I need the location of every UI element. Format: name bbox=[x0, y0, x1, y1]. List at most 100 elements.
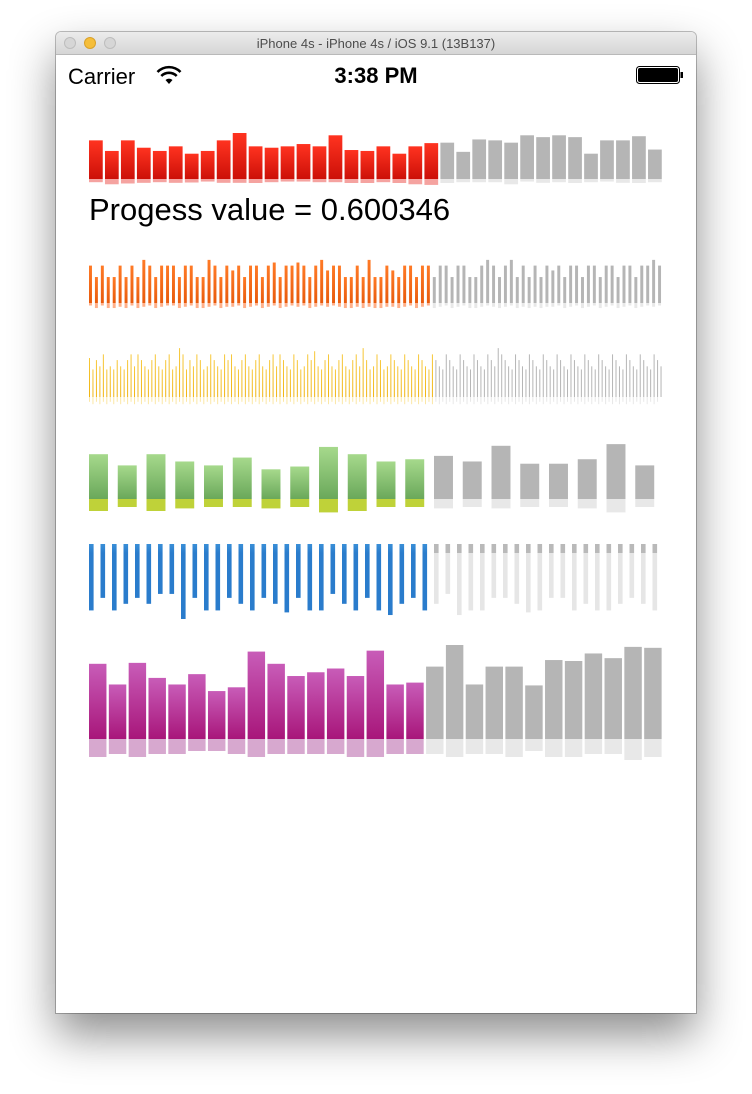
window-titlebar: iPhone 4s - iPhone 4s / iOS 9.1 (13B137) bbox=[56, 32, 696, 55]
waveform-yellow-bar-top bbox=[466, 366, 468, 397]
waveform-yellow-bar-bottom bbox=[137, 397, 139, 402]
waveform-blue-bar-top bbox=[238, 544, 244, 553]
waveform-yellow-bar-top bbox=[328, 354, 330, 397]
waveform-orange-bar-top bbox=[385, 265, 389, 303]
waveform-orange-bar-top bbox=[349, 277, 353, 303]
waveform-magenta-bar-top bbox=[307, 672, 325, 739]
waveform-yellow-bar-top bbox=[397, 366, 399, 397]
waveform-yellow-bar-bottom bbox=[473, 397, 475, 405]
waveform-yellow-bar-bottom bbox=[140, 397, 142, 405]
waveform-red-bar-top bbox=[424, 143, 439, 179]
waveform-green-bar-top bbox=[405, 459, 425, 499]
waveform-yellow-bar-top bbox=[137, 354, 139, 397]
waveform-yellow-bar-top bbox=[338, 360, 340, 397]
waveform-orange-bar-bottom bbox=[468, 303, 472, 309]
waveform-orange-bar-bottom bbox=[622, 303, 626, 307]
waveform-magenta-bar-bottom bbox=[247, 739, 266, 757]
waveform-yellow-bar-top bbox=[237, 369, 239, 397]
waveform-orange-bar-bottom bbox=[320, 303, 324, 306]
waveform-magenta-bar-top bbox=[89, 663, 107, 739]
waveform-orange-bar-bottom bbox=[379, 303, 383, 309]
waveform-blue-bar-top bbox=[606, 544, 612, 553]
waveform-yellow-bar-top bbox=[459, 354, 461, 397]
waveform-red-bar-top bbox=[360, 150, 375, 179]
waveform-yellow-bar-bottom bbox=[366, 397, 368, 402]
waveform-yellow-bar-bottom bbox=[165, 397, 167, 402]
waveform-yellow-bar-top bbox=[636, 369, 638, 397]
waveform-blue-bar-top bbox=[388, 544, 393, 553]
waveform-orange-bar-top bbox=[581, 277, 584, 303]
waveform-orange-bar-bottom bbox=[290, 303, 294, 306]
waveform-blue-bar-top bbox=[399, 544, 405, 553]
waveform-yellow-bar-bottom bbox=[244, 397, 246, 405]
waveform-magenta-bar-bottom bbox=[525, 739, 543, 751]
waveform-red-bar-bottom bbox=[440, 179, 455, 183]
waveform-yellow-bar-bottom bbox=[605, 397, 607, 405]
waveform-orange-bar-bottom bbox=[284, 303, 288, 307]
waveform-yellow-bar-bottom bbox=[376, 397, 378, 405]
waveform-yellow-bar-bottom bbox=[151, 397, 153, 402]
waveform-yellow-bar-bottom bbox=[445, 397, 447, 405]
waveform-yellow-bar-bottom bbox=[210, 397, 212, 405]
waveform-blue-bar-bottom bbox=[503, 553, 508, 598]
waveform-yellow-bar-top bbox=[151, 360, 153, 397]
waveform-red-bar-bottom bbox=[504, 179, 519, 185]
waveform-orange-bar-top bbox=[592, 265, 596, 303]
waveform-red-bar-top bbox=[520, 135, 534, 179]
waveform-orange-bar-top bbox=[403, 265, 407, 303]
waveform-red-bar-bottom bbox=[168, 179, 183, 183]
waveform-yellow-bar-bottom bbox=[355, 397, 357, 405]
waveform-yellow-bar-top bbox=[227, 360, 229, 397]
waveform-orange-bar-bottom bbox=[302, 303, 306, 306]
waveform-orange-bar-top bbox=[616, 277, 620, 303]
waveform-green-bar-top bbox=[635, 465, 655, 499]
waveform-green-bar-top bbox=[175, 461, 195, 499]
waveform-blue-bar-bottom bbox=[629, 553, 635, 598]
waveform-green-bar-bottom bbox=[175, 499, 195, 509]
waveform-yellow-bar-bottom bbox=[123, 397, 125, 402]
waveform-orange-bar-bottom bbox=[142, 303, 146, 307]
waveform-yellow-bar-bottom bbox=[629, 397, 631, 402]
waveform-blue-bar-top bbox=[123, 544, 129, 553]
waveform-yellow-bar-top bbox=[494, 366, 496, 397]
waveform-orange-bar-top bbox=[658, 265, 662, 303]
waveform-orange-bar-top bbox=[266, 265, 270, 303]
waveform-yellow-bar-top bbox=[379, 360, 381, 397]
waveform-yellow-bar-top bbox=[140, 360, 142, 397]
waveform-yellow-bar-top bbox=[549, 366, 551, 397]
waveform-yellow-bar-top bbox=[158, 366, 160, 397]
waveform-yellow-bar-bottom bbox=[248, 397, 250, 402]
waveform-red-bar-top bbox=[408, 146, 423, 179]
waveform-yellow-bar-top bbox=[355, 354, 357, 397]
waveform-yellow-bar-bottom bbox=[549, 397, 551, 405]
waveform-yellow-bar-bottom bbox=[490, 397, 492, 402]
waveform-yellow-bar-top bbox=[490, 360, 492, 397]
waveform-orange-bar-bottom bbox=[213, 303, 217, 306]
waveform-red-bar-bottom bbox=[472, 179, 487, 183]
waveform-yellow-bar-top bbox=[539, 369, 541, 397]
waveform-yellow-bar-bottom bbox=[321, 397, 323, 405]
waveform-orange-bar-top bbox=[539, 277, 543, 303]
waveform-magenta-bar-top bbox=[148, 677, 166, 739]
waveform-orange-bar-top bbox=[160, 265, 164, 303]
waveform-green-bar-bottom bbox=[635, 499, 655, 507]
waveform-blue-bar-top bbox=[353, 544, 359, 553]
waveform-magenta-bar-top bbox=[247, 651, 266, 739]
waveform-orange-bar-bottom bbox=[409, 303, 413, 306]
waveform-blue-bar-top bbox=[307, 544, 313, 553]
waveform-yellow-bar-top bbox=[535, 366, 537, 397]
waveform-blue-bar-bottom bbox=[192, 553, 198, 598]
waveform-yellow-bar-top bbox=[567, 369, 569, 397]
waveform-orange-bar-top bbox=[545, 265, 549, 303]
waveform-yellow-bar-bottom bbox=[106, 397, 108, 405]
waveform-red-bar-top bbox=[568, 137, 582, 179]
waveform-orange-bar-bottom bbox=[314, 303, 318, 307]
waveform-yellow-bar-bottom bbox=[414, 397, 416, 402]
waveform-yellow-bar-top bbox=[203, 369, 205, 397]
waveform-green-bar-bottom bbox=[261, 499, 281, 509]
waveform-yellow-bar-top bbox=[452, 366, 454, 397]
waveform-yellow-bar-top bbox=[601, 360, 603, 397]
waveform-yellow-bar-bottom bbox=[511, 397, 513, 402]
waveform-orange-bar-top bbox=[474, 277, 478, 303]
waveform-orange-bar-top bbox=[569, 265, 573, 303]
